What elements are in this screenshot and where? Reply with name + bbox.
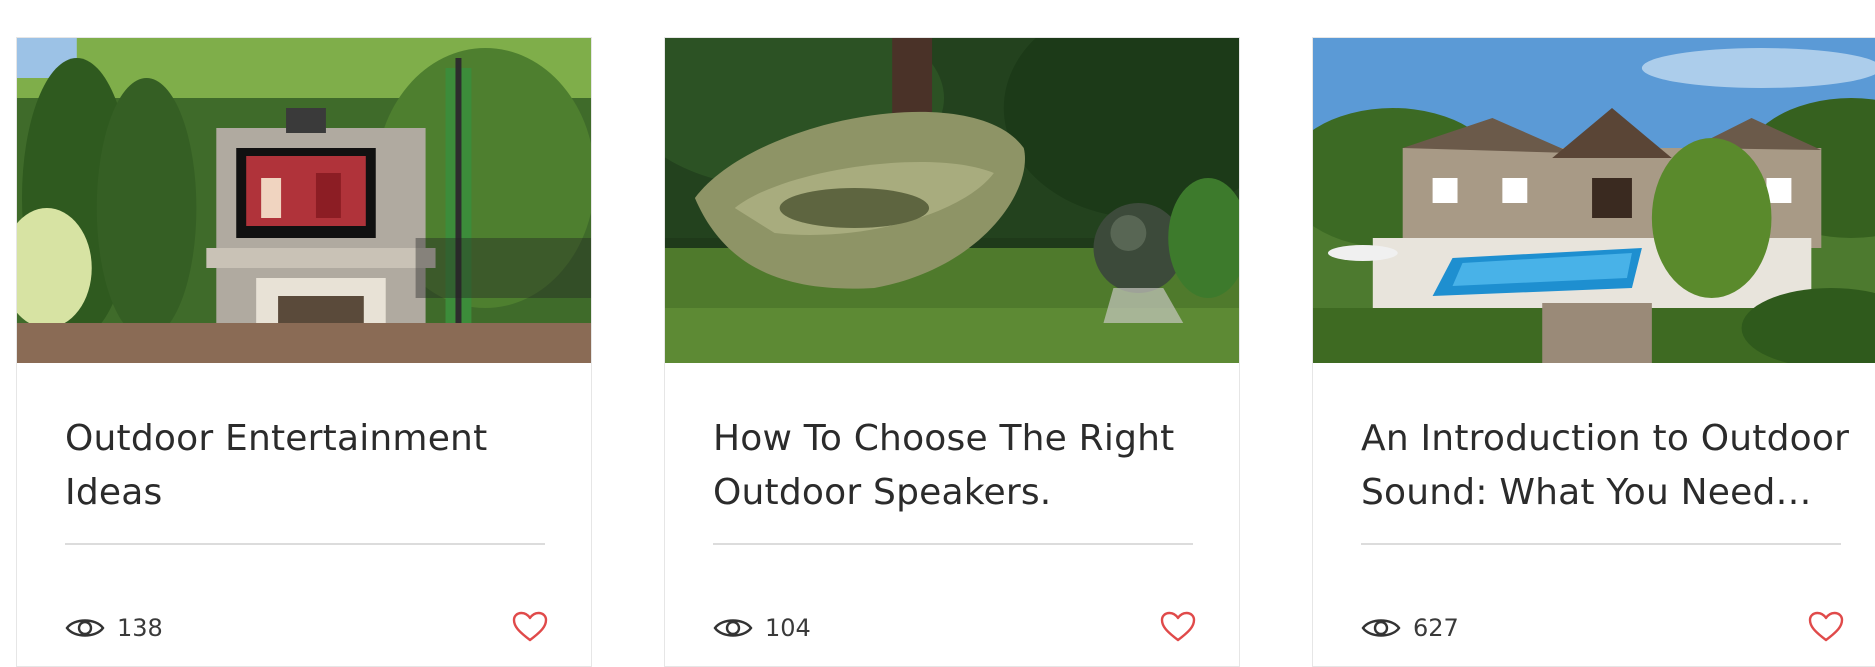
post-image[interactable] xyxy=(17,38,591,363)
post-title[interactable]: Outdoor Entertainment Ideas xyxy=(65,412,555,520)
views-count: 627 xyxy=(1413,614,1459,642)
post-card[interactable]: How To Choose The Right Outdoor Speakers… xyxy=(664,37,1240,667)
post-card[interactable]: An Introduction to Outdoor Sound: What Y… xyxy=(1312,37,1875,667)
heart-icon xyxy=(1808,611,1844,642)
view-counter: 627 xyxy=(1361,612,1459,644)
post-image[interactable] xyxy=(665,38,1239,363)
eye-icon xyxy=(1361,619,1401,637)
divider xyxy=(65,543,545,545)
heart-icon xyxy=(512,611,548,642)
view-counter: 138 xyxy=(65,612,163,644)
view-counter: 104 xyxy=(713,612,811,644)
like-button[interactable] xyxy=(1160,611,1196,643)
post-image[interactable] xyxy=(1313,38,1875,363)
divider xyxy=(713,543,1193,545)
outdoor-tv-fireplace-photo xyxy=(17,38,591,363)
post-title[interactable]: How To Choose The Right Outdoor Speakers… xyxy=(713,412,1203,520)
like-button[interactable] xyxy=(1808,611,1844,643)
views-count: 104 xyxy=(765,614,811,642)
backyard-pool-house-photo xyxy=(1313,38,1875,363)
eye-icon xyxy=(65,619,105,637)
heart-icon xyxy=(1160,611,1196,642)
eye-icon xyxy=(713,619,753,637)
garden-sculpture-speaker-photo xyxy=(665,38,1239,363)
divider xyxy=(1361,543,1841,545)
like-button[interactable] xyxy=(512,611,548,643)
post-card[interactable]: Outdoor Entertainment Ideas 138 xyxy=(16,37,592,667)
views-count: 138 xyxy=(117,614,163,642)
post-title[interactable]: An Introduction to Outdoor Sound: What Y… xyxy=(1361,412,1851,520)
